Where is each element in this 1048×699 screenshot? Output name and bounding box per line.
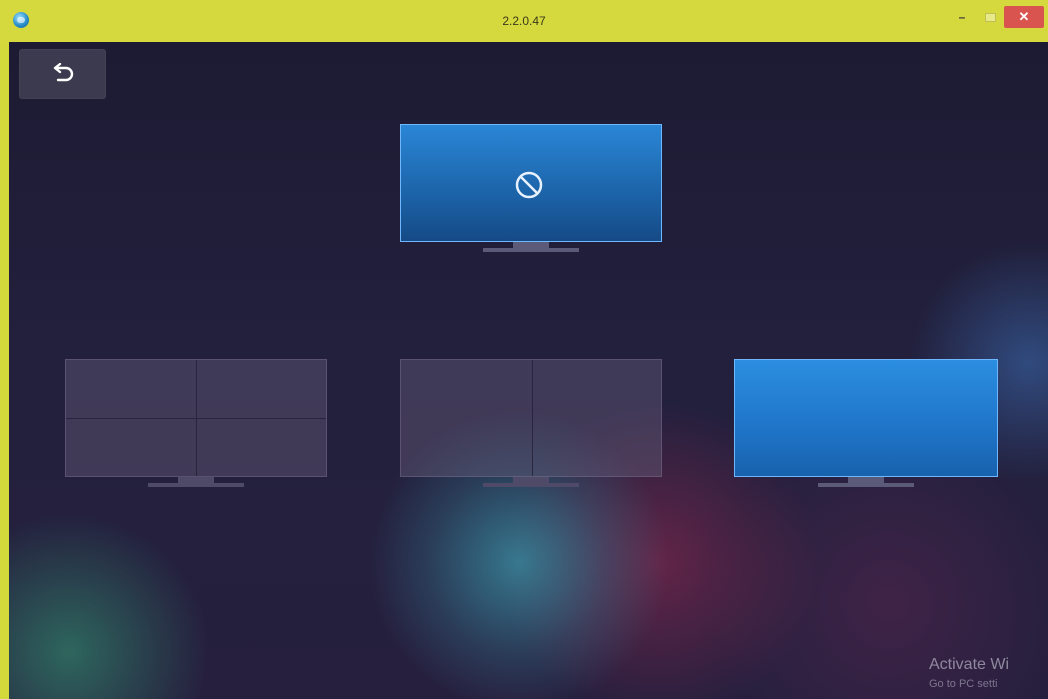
maximize-button[interactable]	[978, 6, 1002, 28]
monitor-base	[483, 248, 579, 252]
title-bar[interactable]: 2.2.0.47 – ✕	[0, 0, 1048, 42]
monitor-screen	[400, 359, 662, 477]
layout-monitor-top[interactable]	[400, 124, 662, 259]
layout-dual-button[interactable]	[400, 359, 662, 494]
pane-divider	[532, 360, 533, 476]
monitor-screen	[734, 359, 998, 477]
app-window: 2.2.0.47 – ✕ Activate Wi Go to PC setti	[0, 0, 1048, 699]
layout-selector-panel: Activate Wi Go to PC setti	[9, 42, 1048, 699]
monitor-screen	[65, 359, 327, 477]
activate-windows-subtext: Go to PC setti	[929, 678, 998, 690]
no-entry-icon	[515, 171, 543, 199]
maximize-icon	[984, 12, 996, 22]
back-button[interactable]	[19, 49, 106, 99]
layout-quad-button[interactable]	[65, 359, 327, 494]
window-title: 2.2.0.47	[502, 14, 546, 28]
monitor-base	[148, 483, 244, 487]
minimize-button[interactable]: –	[950, 6, 974, 28]
undo-arrow-icon	[53, 63, 73, 82]
monitor-base	[483, 483, 579, 487]
pane-divider	[66, 418, 326, 419]
activate-windows-watermark: Activate Wi	[929, 656, 1010, 673]
monitor-base	[818, 483, 914, 487]
monitor-screen	[400, 124, 662, 242]
close-button[interactable]: ✕	[1004, 6, 1044, 28]
layout-single-button[interactable]	[734, 359, 998, 494]
